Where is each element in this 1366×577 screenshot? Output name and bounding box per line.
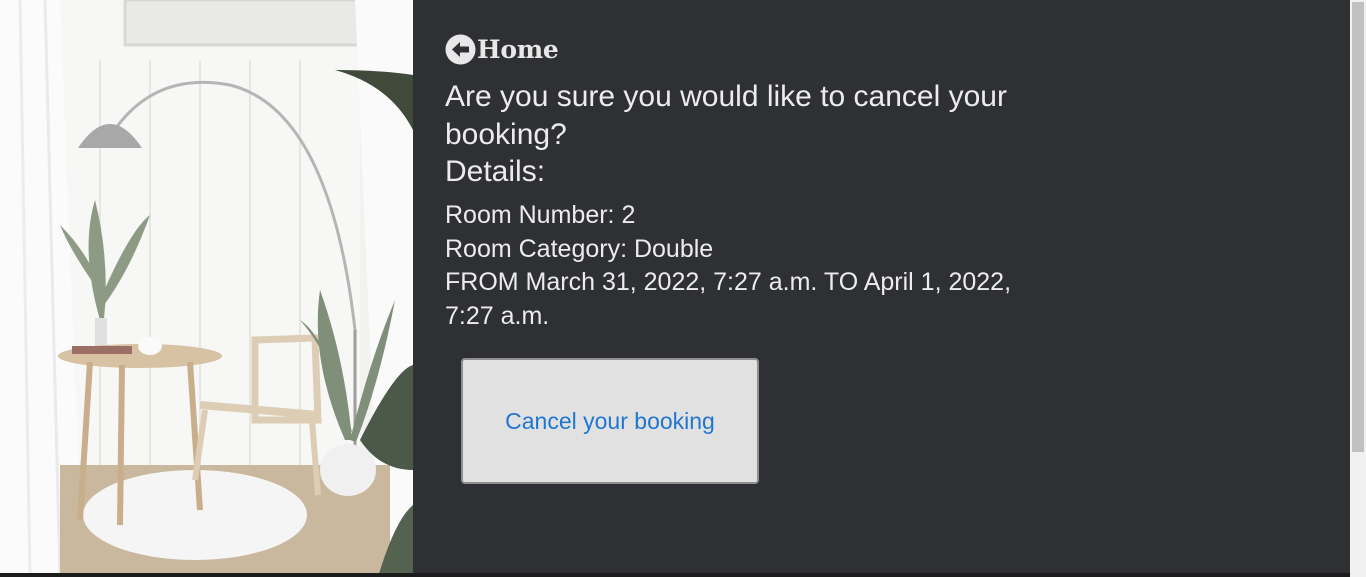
- bottom-edge: [0, 573, 1350, 577]
- main-content: Home Are you sure you would like to canc…: [413, 0, 1350, 577]
- room-category: Room Category: Double: [445, 234, 714, 263]
- room-number: Room Number: 2: [445, 201, 636, 229]
- details-heading: Details:: [445, 155, 546, 188]
- circle-arrow-left-icon: [445, 34, 476, 65]
- confirmation-question: Are you sure you would like to cancel yo…: [445, 80, 1007, 151]
- page: Home Are you sure you would like to canc…: [0, 0, 1366, 577]
- vertical-scrollbar[interactable]: [1350, 0, 1366, 577]
- home-link[interactable]: Home: [445, 34, 559, 65]
- interior-photo: [0, 0, 413, 577]
- cancel-booking-button[interactable]: Cancel your booking: [461, 358, 759, 484]
- home-label: Home: [477, 35, 559, 64]
- scrollbar-thumb[interactable]: [1352, 2, 1364, 452]
- booking-details: Room Number: 2 Room Category: Double FRO…: [445, 199, 1045, 333]
- booking-date-range: FROM March 31, 2022, 7:27 a.m. TO April …: [445, 268, 1012, 330]
